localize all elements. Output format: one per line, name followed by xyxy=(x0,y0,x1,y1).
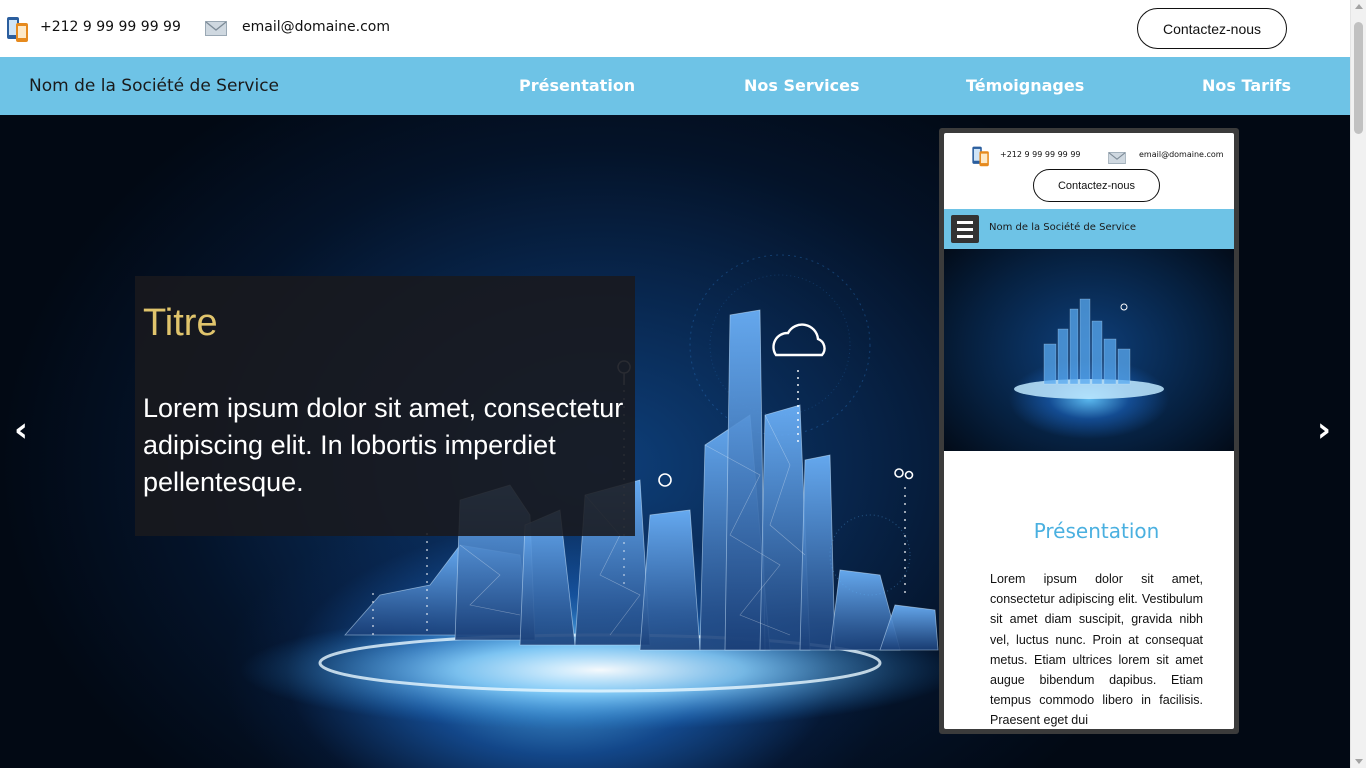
hero-title: Titre xyxy=(143,302,218,344)
phone-tablet-icon xyxy=(6,15,30,47)
mobile-preview-screen: +212 9 99 99 99 99 email@domaine.com Con… xyxy=(944,133,1234,729)
envelope-icon xyxy=(1107,149,1127,168)
top-contact-bar: +212 9 99 99 99 99 email@domaine.com Con… xyxy=(0,0,1350,57)
scroll-down-icon[interactable] xyxy=(1355,759,1363,764)
brand-name[interactable]: Nom de la Société de Service xyxy=(29,76,279,96)
carousel-prev-icon[interactable]: ‹ xyxy=(14,410,28,450)
hamburger-icon[interactable] xyxy=(951,215,979,243)
mobile-brand-name[interactable]: Nom de la Société de Service xyxy=(989,222,1136,233)
mobile-preview-frame: +212 9 99 99 99 99 email@domaine.com Con… xyxy=(939,128,1239,734)
mobile-section-paragraph: Lorem ipsum dolor sit amet, consectetur … xyxy=(990,572,1203,728)
nav-link-services[interactable]: Nos Services xyxy=(744,76,860,95)
phone-number: +212 9 99 99 99 99 xyxy=(40,19,181,35)
main-navbar: Nom de la Société de Service Présentatio… xyxy=(0,57,1350,115)
page-scrollbar[interactable] xyxy=(1350,0,1366,768)
mobile-phone-number: +212 9 99 99 99 99 xyxy=(1000,150,1081,159)
hero-caption: Titre Lorem ipsum dolor sit amet, consec… xyxy=(135,276,635,536)
nav-link-presentation[interactable]: Présentation xyxy=(519,76,635,95)
scroll-thumb[interactable] xyxy=(1354,22,1363,134)
phone-tablet-icon xyxy=(971,145,991,171)
mobile-contact-button[interactable]: Contactez-nous xyxy=(1033,169,1160,202)
carousel-next-icon[interactable]: › xyxy=(1317,410,1331,450)
nav-link-testimonials[interactable]: Témoignages xyxy=(966,76,1084,95)
contact-button[interactable]: Contactez-nous xyxy=(1137,8,1287,49)
email-address[interactable]: email@domaine.com xyxy=(242,19,390,35)
mobile-email-address[interactable]: email@domaine.com xyxy=(1139,150,1224,159)
nav-link-pricing[interactable]: Nos Tarifs xyxy=(1202,76,1291,95)
envelope-icon xyxy=(205,21,227,40)
hero-text: Lorem ipsum dolor sit amet, consectetur … xyxy=(143,393,624,497)
mobile-section-title: Présentation xyxy=(1033,519,1160,543)
mobile-hero-image xyxy=(944,249,1234,451)
mobile-navbar: Nom de la Société de Service xyxy=(944,209,1234,249)
scroll-up-icon[interactable] xyxy=(1355,4,1363,9)
